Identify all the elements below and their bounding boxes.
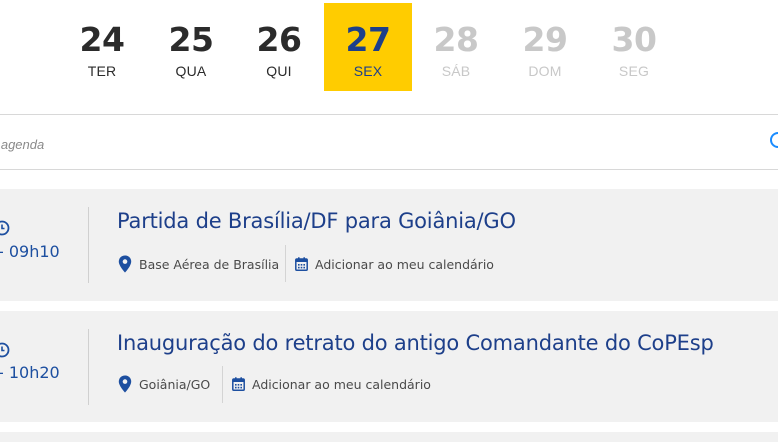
event-title[interactable]: Partida de Brasília/DF para Goiânia/GO — [117, 209, 516, 233]
event-location: Base Aérea de Brasília — [118, 254, 279, 274]
clock-icon — [0, 220, 10, 236]
day-weekday: TER — [87, 63, 117, 79]
day-30[interactable]: 30 SEG — [590, 3, 678, 91]
agenda-search-input[interactable] — [0, 131, 692, 157]
day-25[interactable]: 25 QUA — [147, 3, 235, 91]
day-weekday: QUI — [266, 63, 292, 79]
day-29[interactable]: 29 DOM — [501, 3, 589, 91]
event-card: - 09h10 Partida de Brasília/DF para Goiâ… — [0, 189, 778, 301]
map-pin-icon — [118, 255, 132, 273]
calendar-icon — [232, 377, 245, 391]
day-weekday: SEX — [353, 63, 383, 79]
day-26[interactable]: 26 QUI — [235, 3, 323, 91]
add-to-calendar-label: Adicionar ao meu calendário — [315, 256, 494, 272]
event-title[interactable]: Inauguração do retrato do antigo Comanda… — [117, 331, 714, 355]
event-meta-divider — [222, 366, 223, 403]
event-location: Goiânia/GO — [118, 374, 210, 394]
day-weekday: DOM — [528, 63, 562, 79]
day-number: 26 — [256, 20, 302, 59]
clock-icon — [0, 342, 10, 358]
add-to-calendar-label: Adicionar ao meu calendário — [252, 376, 431, 392]
event-card: - 10h20 Inauguração do retrato do antigo… — [0, 311, 778, 422]
day-number: 29 — [522, 20, 568, 59]
day-28[interactable]: 28 SÁB — [412, 3, 500, 91]
event-divider — [88, 207, 89, 283]
day-weekday: QUA — [175, 63, 207, 79]
day-number: 28 — [433, 20, 479, 59]
calendar-icon — [295, 257, 308, 271]
add-to-calendar-link[interactable]: Adicionar ao meu calendário — [295, 254, 494, 274]
day-24[interactable]: 24 TER — [58, 3, 146, 91]
add-to-calendar-link[interactable]: Adicionar ao meu calendário — [232, 374, 431, 394]
event-divider — [88, 329, 89, 405]
agenda-search-bar — [0, 114, 778, 170]
day-number: 24 — [79, 20, 125, 59]
day-number: 27 — [345, 20, 391, 59]
day-weekday: SÁB — [441, 63, 471, 79]
day-number: 30 — [611, 20, 657, 59]
date-strip: 24 TER 25 QUA 26 QUI 27 SEX 28 SÁB 29 DO… — [0, 0, 778, 114]
day-weekday: SEG — [618, 63, 650, 79]
event-time: - 09h10 — [0, 242, 60, 261]
event-meta-divider — [285, 245, 286, 282]
event-card-partial — [0, 432, 778, 442]
day-27-selected[interactable]: 27 SEX — [324, 3, 412, 91]
event-location-text: Base Aérea de Brasília — [139, 256, 280, 272]
event-location-text: Goiânia/GO — [139, 376, 211, 392]
day-number: 25 — [168, 20, 214, 59]
event-time: - 10h20 — [0, 363, 60, 382]
map-pin-icon — [118, 375, 132, 393]
